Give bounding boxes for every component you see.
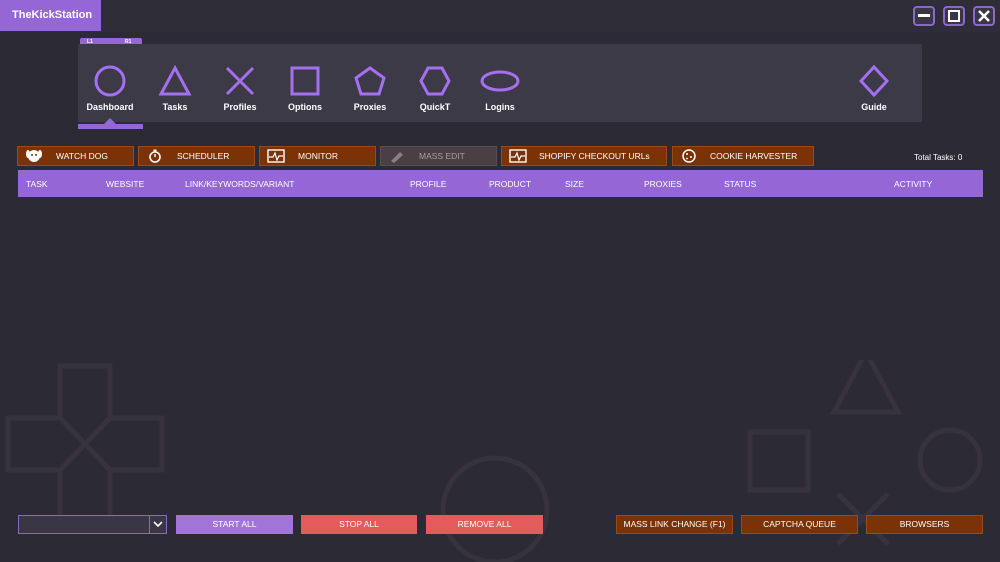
close-button[interactable]	[973, 6, 995, 26]
cookie-icon	[682, 149, 696, 163]
shopify-checkout-urls-button[interactable]: SHOPIFY CHECKOUT URLs	[501, 146, 667, 166]
stop-all-button[interactable]: STOP ALL	[301, 515, 417, 534]
main-nav: Dashboard Tasks Profiles Options Proxies…	[78, 44, 922, 122]
start-all-button[interactable]: START ALL	[176, 515, 293, 534]
maximize-button[interactable]	[943, 6, 965, 26]
mass-edit-label: MASS EDIT	[419, 151, 465, 161]
chevron-down-icon	[153, 521, 163, 528]
dog-icon	[26, 150, 42, 162]
total-tasks-count: Total Tasks: 0	[914, 153, 963, 162]
stopwatch-icon	[149, 149, 161, 163]
column-proxies[interactable]: PROXIES	[644, 179, 682, 189]
nav-item-options[interactable]: Options	[273, 64, 337, 114]
watch-dog-label: WATCH DOG	[56, 151, 108, 161]
column-activity[interactable]: ACTIVITY	[894, 179, 932, 189]
mass-link-change-button[interactable]: MASS LINK CHANGE (F1)	[616, 515, 733, 534]
nav-item-dashboard[interactable]: Dashboard	[78, 64, 142, 114]
column-website[interactable]: WEBSITE	[106, 179, 144, 189]
nav-label-proxies: Proxies	[353, 102, 387, 112]
nav-label-logins: Logins	[485, 102, 515, 112]
column-size[interactable]: SIZE	[565, 179, 584, 189]
dropdown-toggle[interactable]	[149, 516, 166, 533]
active-tab-indicator	[78, 124, 143, 129]
mass-edit-button[interactable]: MASS EDIT	[380, 146, 497, 166]
shopify-checkout-urls-label: SHOPIFY CHECKOUT URLs	[539, 151, 650, 161]
nav-label-profiles: Profiles	[223, 102, 257, 112]
nav-label-guide: Guide	[861, 102, 887, 112]
square-icon	[290, 66, 320, 96]
cookie-harvester-label: COOKIE HARVESTER	[710, 151, 798, 161]
nav-item-tasks[interactable]: Tasks	[143, 64, 207, 114]
monitor-label: MONITOR	[298, 151, 338, 161]
pulse-monitor-icon	[509, 149, 527, 163]
circle-icon	[94, 65, 126, 97]
monitor-button[interactable]: MONITOR	[259, 146, 376, 166]
triangle-icon	[158, 64, 192, 96]
column-link-keywords-variant[interactable]: LINK/KEYWORDS/VARIANT	[185, 179, 294, 189]
nav-label-tasks: Tasks	[162, 102, 188, 112]
pencil-icon	[391, 152, 403, 163]
column-task[interactable]: TASK	[26, 179, 48, 189]
column-product[interactable]: PRODUCT	[489, 179, 531, 189]
close-icon	[978, 10, 990, 22]
browsers-button[interactable]: BROWSERS	[866, 515, 983, 534]
watch-dog-button[interactable]: WATCH DOG	[17, 146, 134, 166]
nav-item-guide[interactable]: Guide	[842, 64, 906, 114]
task-table-header: TASK WEBSITE LINK/KEYWORDS/VARIANT PROFI…	[18, 170, 983, 197]
minimize-button[interactable]	[913, 6, 935, 26]
nav-label-dashboard: Dashboard	[86, 102, 134, 112]
pentagon-icon	[354, 66, 386, 96]
pulse-monitor-icon	[267, 149, 285, 163]
minimize-icon	[918, 14, 930, 17]
nav-item-profiles[interactable]: Profiles	[208, 64, 272, 114]
captcha-queue-button[interactable]: CAPTCHA QUEUE	[741, 515, 858, 534]
task-group-select[interactable]	[18, 515, 167, 534]
title-bar: TheKickStation	[0, 0, 1000, 32]
scheduler-button[interactable]: SCHEDULER	[138, 146, 255, 166]
column-profile[interactable]: PROFILE	[410, 179, 446, 189]
remove-all-button[interactable]: REMOVE ALL	[426, 515, 543, 534]
maximize-icon	[948, 10, 960, 22]
nav-item-quickt[interactable]: QuickT	[403, 64, 467, 114]
nav-item-proxies[interactable]: Proxies	[338, 64, 402, 114]
ellipse-icon	[480, 70, 520, 92]
hexagon-icon	[419, 66, 451, 96]
cookie-harvester-button[interactable]: COOKIE HARVESTER	[672, 146, 814, 166]
nav-item-logins[interactable]: Logins	[468, 64, 532, 114]
diamond-icon	[858, 64, 890, 98]
app-title: TheKickStation	[0, 0, 101, 31]
nav-label-options: Options	[288, 102, 322, 112]
cross-icon	[225, 66, 255, 96]
scheduler-label: SCHEDULER	[177, 151, 230, 161]
column-status[interactable]: STATUS	[724, 179, 756, 189]
nav-label-quickt: QuickT	[419, 102, 451, 112]
